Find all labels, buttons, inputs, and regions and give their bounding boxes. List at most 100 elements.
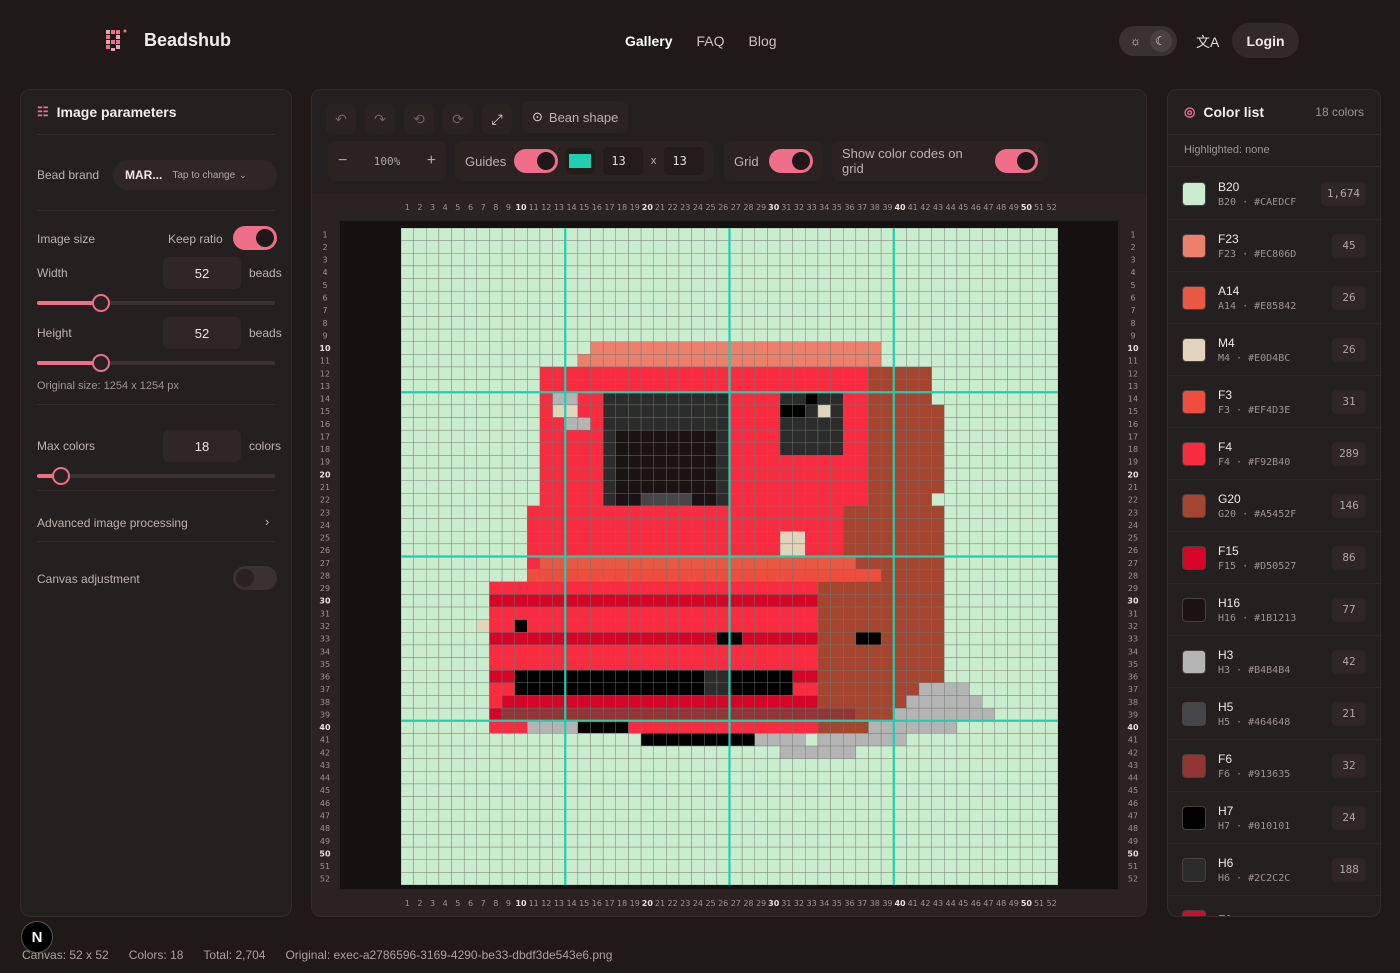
theme-toggle[interactable]: ☼ ☾ [1119,26,1177,56]
bead-cell[interactable] [653,834,667,848]
bead-cell[interactable] [944,606,958,620]
bead-cell[interactable] [855,720,869,734]
bead-cell[interactable] [413,265,427,279]
bead-cell[interactable] [792,657,806,671]
bead-cell[interactable] [413,505,427,519]
bead-cell[interactable] [956,619,970,633]
bead-cell[interactable] [678,467,692,481]
bead-cell[interactable] [817,771,831,785]
bead-cell[interactable] [590,556,604,570]
bead-cell[interactable] [741,417,755,431]
bead-cell[interactable] [956,581,970,595]
bead-cell[interactable] [704,632,718,646]
bead-cell[interactable] [767,695,781,709]
bead-cell[interactable] [754,493,768,507]
bead-cell[interactable] [893,670,907,684]
bead-cell[interactable] [463,872,478,885]
bead-cell[interactable] [615,467,629,481]
bead-cell[interactable] [1032,392,1046,406]
bead-cell[interactable] [577,354,591,368]
bead-cell[interactable] [843,594,857,608]
bead-cell[interactable] [981,745,996,759]
bead-cell[interactable] [868,240,882,254]
bead-cell[interactable] [678,278,692,292]
bead-cell[interactable] [981,354,996,368]
bead-cell[interactable] [704,543,718,557]
bead-cell[interactable] [590,783,604,797]
bead-cell[interactable] [590,771,604,785]
bead-cell[interactable] [729,644,743,658]
bead-cell[interactable] [855,290,869,305]
bead-cell[interactable] [577,783,591,797]
bead-cell[interactable] [855,518,869,532]
bead-cell[interactable] [944,758,958,772]
bead-cell[interactable] [565,493,579,507]
bead-cell[interactable] [501,531,515,545]
bead-cell[interactable] [969,228,983,241]
bead-cell[interactable] [1032,278,1046,292]
bead-cell[interactable] [678,455,692,469]
bead-cell[interactable] [653,493,667,507]
bead-cell[interactable] [615,568,629,582]
bead-cell[interactable] [590,594,604,608]
bead-cell[interactable] [451,328,465,342]
bead-cell[interactable] [438,619,452,633]
bead-cell[interactable] [956,379,970,393]
bead-cell[interactable] [855,228,869,241]
bead-cell[interactable] [805,480,819,494]
bead-cell[interactable] [463,442,478,456]
bead-cell[interactable] [994,518,1008,532]
bead-cell[interactable] [779,253,793,267]
bead-cell[interactable] [514,265,528,279]
bead-cell[interactable] [805,392,819,406]
bead-cell[interactable] [830,316,844,330]
bead-cell[interactable] [489,442,503,456]
bead-cell[interactable] [704,556,718,570]
bead-cell[interactable] [944,392,958,406]
bead-cell[interactable] [741,644,755,658]
bead-cell[interactable] [527,758,541,772]
bead-cell[interactable] [489,480,503,494]
bead-cell[interactable] [602,745,616,759]
bead-cell[interactable] [792,796,806,810]
bead-cell[interactable] [944,834,958,848]
bead-cell[interactable] [868,341,882,355]
bead-cell[interactable] [1045,619,1058,633]
bead-cell[interactable] [565,379,579,393]
bead-cell[interactable] [918,531,932,545]
bead-cell[interactable] [413,745,427,759]
bead-cell[interactable] [577,758,591,772]
bead-cell[interactable] [539,505,553,519]
bead-cell[interactable] [918,670,932,684]
bead-cell[interactable] [565,619,579,633]
bead-cell[interactable] [805,859,819,873]
bead-cell[interactable] [855,493,869,507]
bead-cell[interactable] [716,366,730,380]
keep-ratio-toggle[interactable] [233,226,277,250]
bead-cell[interactable] [779,606,793,620]
bead-cell[interactable] [653,455,667,469]
bead-cell[interactable] [628,417,642,431]
bead-cell[interactable] [855,480,869,494]
bead-cell[interactable] [918,606,932,620]
bead-cell[interactable] [539,366,553,380]
bead-cell[interactable] [476,670,490,684]
bead-cell[interactable] [893,379,907,393]
bead-cell[interactable] [640,783,654,797]
bead-cell[interactable] [817,859,831,873]
bead-cell[interactable] [628,543,642,557]
bead-cell[interactable] [678,606,692,620]
bead-cell[interactable] [754,278,768,292]
bead-cell[interactable] [678,859,692,873]
bead-cell[interactable] [994,417,1008,431]
bead-cell[interactable] [438,606,452,620]
bead-cell[interactable] [792,392,806,406]
bead-cell[interactable] [729,846,743,860]
bead-cell[interactable] [918,240,932,254]
bead-cell[interactable] [906,442,920,456]
bead-cell[interactable] [767,543,781,557]
bead-cell[interactable] [767,240,781,254]
bead-cell[interactable] [565,392,579,406]
bead-cell[interactable] [906,392,920,406]
bead-cell[interactable] [779,278,793,292]
